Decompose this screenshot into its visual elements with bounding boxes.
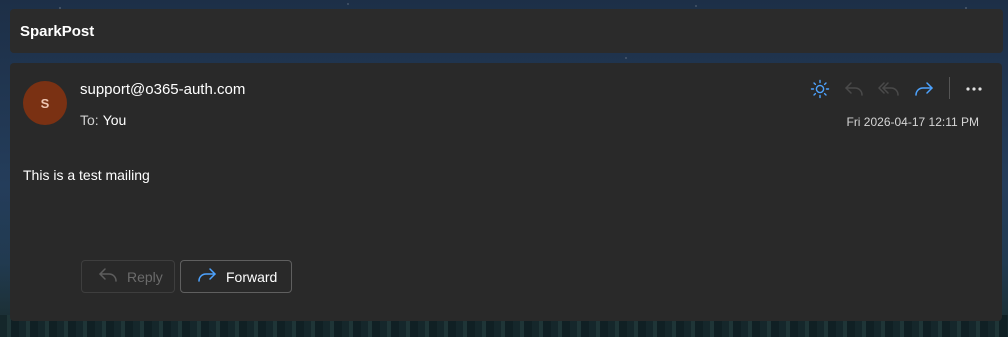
forward-icon xyxy=(197,267,217,286)
sun-icon[interactable] xyxy=(809,78,831,100)
reply-button-label: Reply xyxy=(127,268,163,285)
avatar[interactable]: S xyxy=(23,81,67,125)
message-card: S support@o365-auth.com To: You Fri 2026… xyxy=(10,63,1002,321)
reply-button[interactable]: Reply xyxy=(81,260,175,293)
more-icon[interactable] xyxy=(963,78,985,100)
reply-icon[interactable] xyxy=(843,78,865,100)
toolbar-divider xyxy=(949,77,950,99)
reply-all-icon[interactable] xyxy=(878,78,900,100)
recipient-name[interactable]: You xyxy=(103,112,127,128)
app-title: SparkPost xyxy=(20,23,95,40)
forward-icon[interactable] xyxy=(913,78,935,100)
message-date: Fri 2026-04-17 12:11 PM xyxy=(846,115,979,129)
forward-button[interactable]: Forward xyxy=(180,260,292,293)
recipient-row: To: You xyxy=(80,112,126,128)
message-body: This is a test mailing xyxy=(23,167,150,183)
reply-icon xyxy=(98,267,118,286)
to-label: To: xyxy=(80,112,99,128)
sender-address[interactable]: support@o365-auth.com xyxy=(80,81,245,98)
app-header: SparkPost xyxy=(10,9,1003,53)
forward-button-label: Forward xyxy=(226,268,278,285)
